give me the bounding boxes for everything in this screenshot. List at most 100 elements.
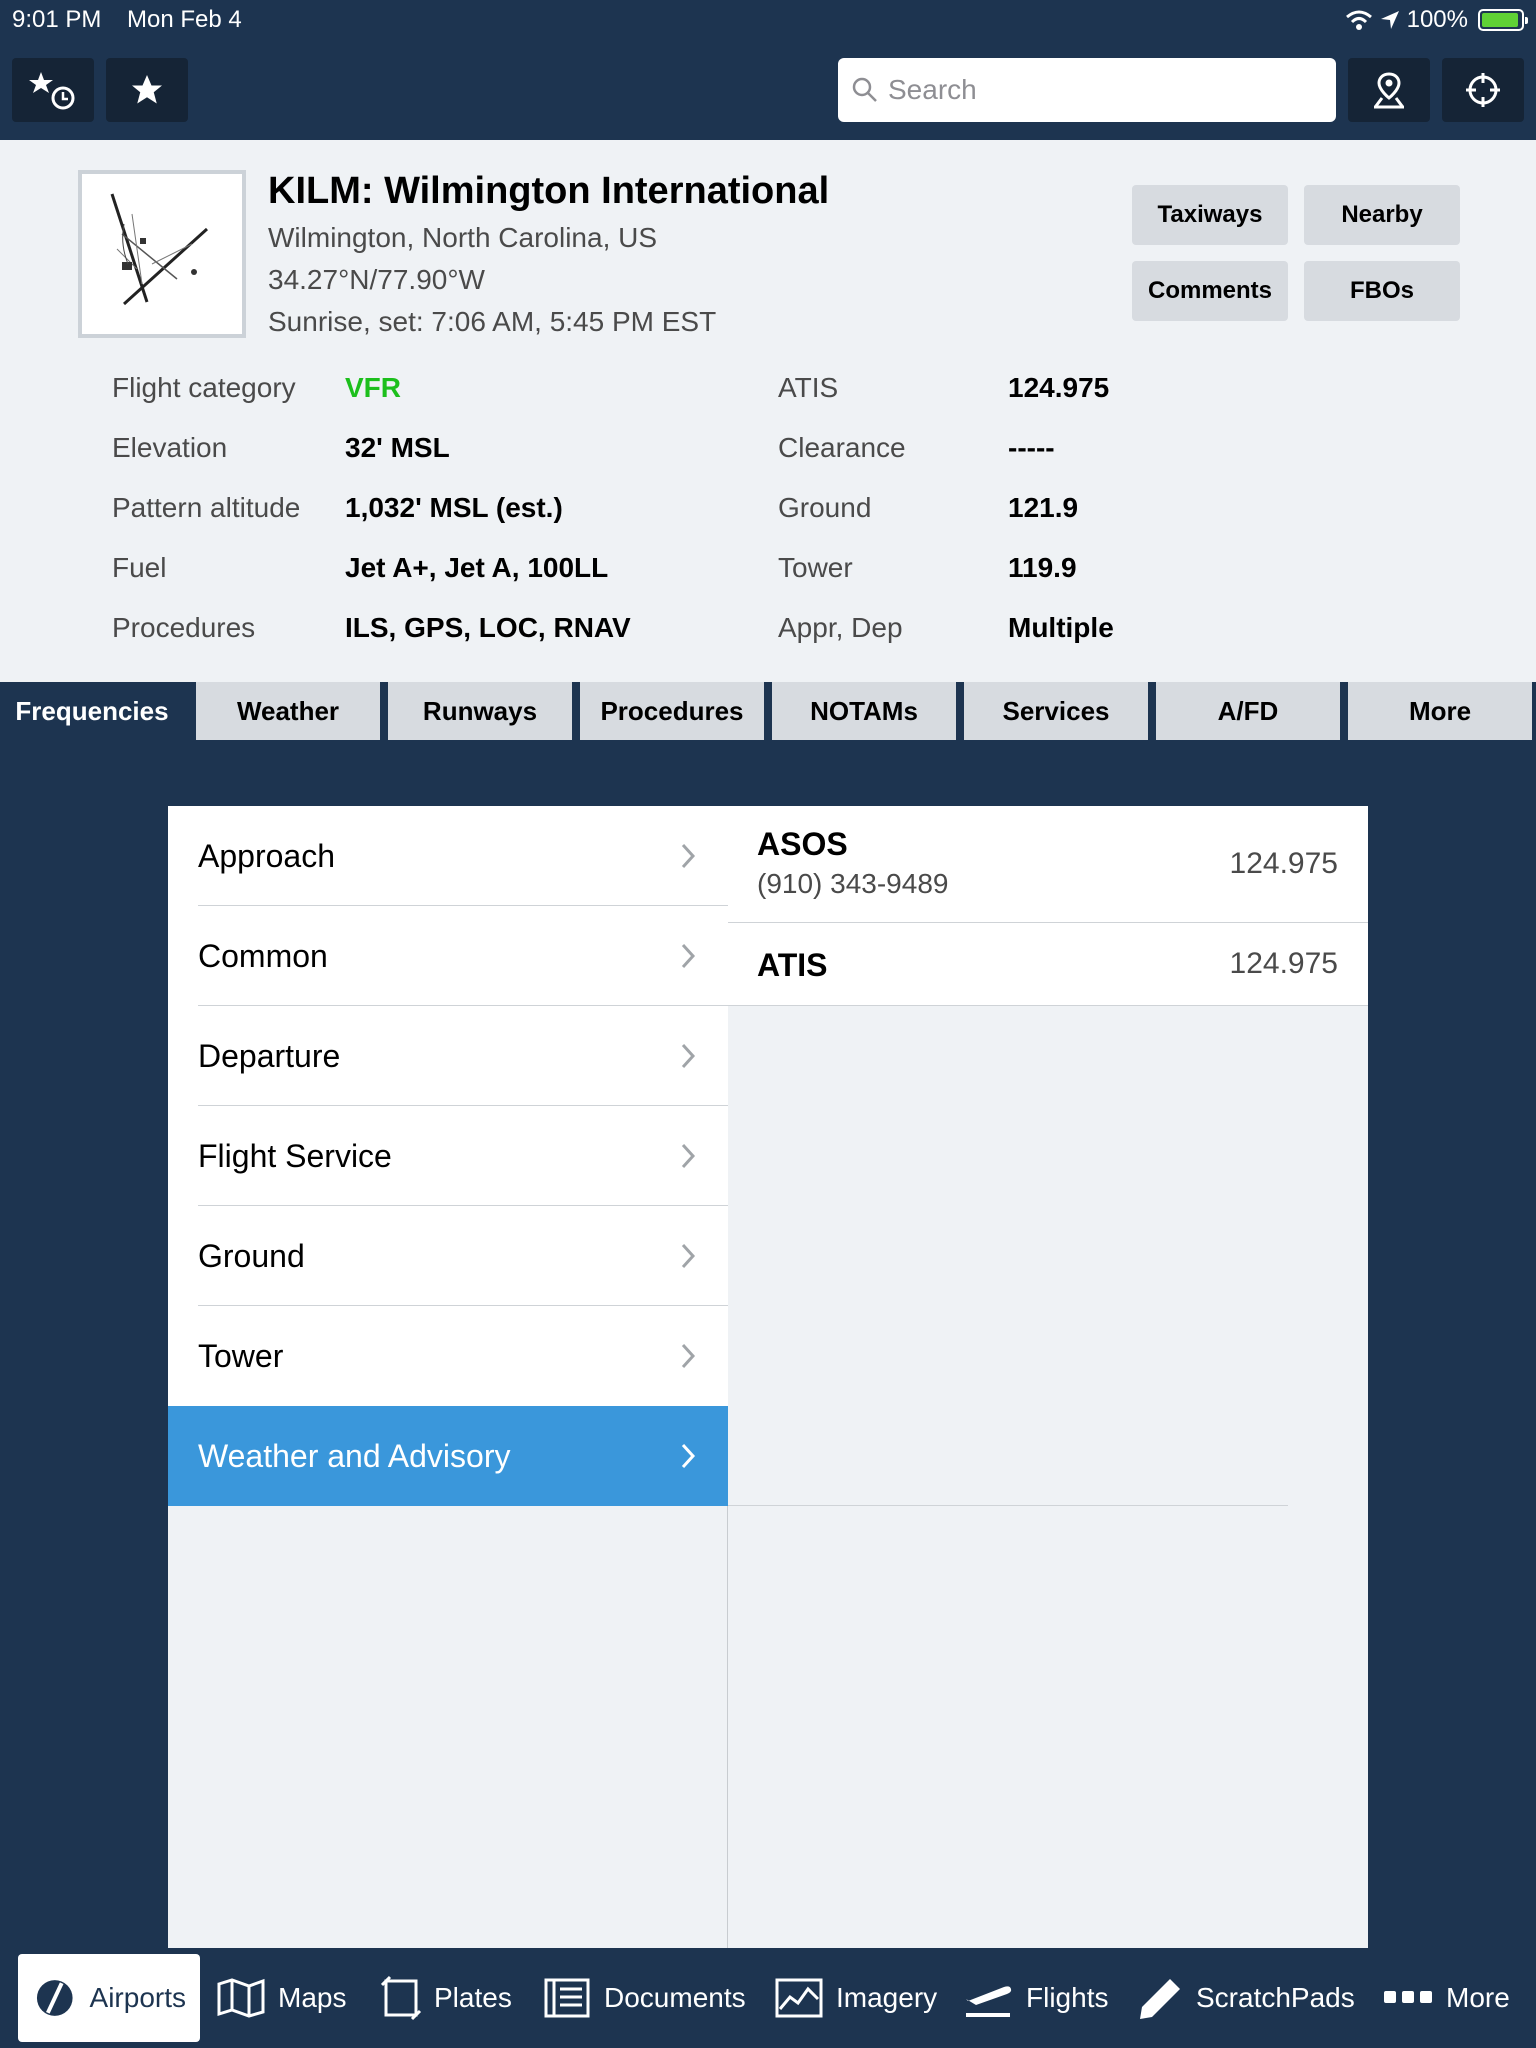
location-arrow-icon	[1380, 11, 1399, 29]
nav-plates[interactable]: Plates	[380, 1954, 512, 2042]
divider	[728, 1505, 1288, 1506]
tab-weather[interactable]: Weather	[196, 682, 380, 740]
chevron-right-icon	[681, 1343, 696, 1369]
category-label: Tower	[198, 1337, 284, 1374]
nav-scratchpads[interactable]: ScratchPads	[1136, 1954, 1355, 2042]
frequency-row-asos[interactable]: ASOS (910) 343-9489 124.975	[728, 806, 1368, 923]
more-dots-icon	[1384, 1991, 1432, 2003]
info-label-ground: Ground	[778, 492, 872, 523]
nav-label: ScratchPads	[1196, 1982, 1355, 2013]
info-label-elevation: Elevation	[112, 432, 228, 463]
tab-afd[interactable]: A/FD	[1156, 682, 1340, 740]
documents-icon	[544, 1978, 590, 2018]
category-label: Common	[198, 937, 328, 974]
search-field[interactable]: Search	[838, 58, 1336, 122]
frequency-detail-list: ASOS (910) 343-9489 124.975 ATIS 124.975	[728, 806, 1368, 1948]
battery-icon	[1478, 9, 1528, 31]
map-icon	[217, 1978, 265, 2018]
tab-procedures[interactable]: Procedures	[580, 682, 764, 740]
nav-label: Imagery	[836, 1982, 938, 2013]
info-label-pattern-altitude: Pattern altitude	[112, 492, 301, 523]
chevron-right-icon	[681, 843, 696, 869]
chevron-right-icon	[681, 1043, 696, 1069]
map-pin-icon	[1374, 72, 1404, 109]
status-bar: 9:01 PM Mon Feb 4 100%	[0, 0, 1536, 40]
category-label: Approach	[198, 837, 335, 874]
info-label-procedures: Procedures	[112, 612, 256, 643]
info-label-tower: Tower	[778, 552, 853, 583]
category-label: Flight Service	[198, 1137, 392, 1174]
wifi-icon	[1345, 10, 1372, 30]
frequency-value: 124.975	[1229, 947, 1338, 980]
info-value-fuel: Jet A+, Jet A, 100LL	[345, 552, 609, 583]
recent-favorites-button[interactable]	[12, 58, 94, 122]
info-value-ground: 121.9	[1008, 492, 1079, 523]
airplane-takeoff-icon	[966, 1986, 1012, 2017]
category-label: Departure	[198, 1037, 341, 1074]
info-value-pattern-altitude: 1,032' MSL (est.)	[345, 492, 563, 523]
info-value-procedures: ILS, GPS, LOC, RNAV	[345, 612, 631, 643]
frequency-category-list: Approach Common Departure Flight Service…	[168, 806, 728, 1948]
nav-label: Plates	[434, 1982, 512, 2013]
info-value-clearance: -----	[1008, 432, 1055, 463]
battery-percent: 100%	[1406, 6, 1468, 33]
nav-maps[interactable]: Maps	[216, 1954, 346, 2042]
info-label-flight-category: Flight category	[112, 372, 296, 403]
category-flight-service[interactable]: Flight Service	[168, 1106, 728, 1206]
frequency-value: 124.975	[1229, 847, 1338, 880]
frequency-row-atis[interactable]: ATIS 124.975	[728, 923, 1368, 1006]
category-common[interactable]: Common	[168, 906, 728, 1006]
info-label-fuel: Fuel	[112, 552, 167, 583]
category-ground[interactable]: Ground	[168, 1206, 728, 1306]
frequency-phone[interactable]: (910) 343-9489	[757, 868, 948, 900]
nav-documents[interactable]: Documents	[542, 1954, 746, 2042]
pencil-icon	[1140, 1979, 1180, 2019]
info-value-flight-category: VFR	[345, 372, 401, 403]
tab-notams[interactable]: NOTAMs	[772, 682, 956, 740]
airport-diagram-icon	[110, 193, 209, 306]
fbos-button[interactable]: FBOs	[1304, 261, 1460, 321]
nav-label: Flights	[1026, 1982, 1109, 2013]
category-weather-and-advisory[interactable]: Weather and Advisory	[168, 1406, 728, 1506]
info-value-atis: 124.975	[1008, 372, 1110, 403]
nav-label: More	[1446, 1982, 1510, 2013]
category-approach[interactable]: Approach	[168, 806, 728, 906]
locate-me-button[interactable]	[1442, 58, 1524, 122]
imagery-icon	[775, 1978, 823, 2018]
airport-coordinates: 34.27°N/77.90°W	[268, 264, 485, 295]
nav-imagery[interactable]: Imagery	[774, 1954, 937, 2042]
search-placeholder: Search	[888, 74, 977, 105]
nav-more[interactable]: More	[1382, 1954, 1510, 2042]
taxiways-button[interactable]: Taxiways	[1132, 185, 1288, 245]
info-label-appr-dep: Appr, Dep	[778, 612, 903, 643]
tab-runways[interactable]: Runways	[388, 682, 572, 740]
category-tower[interactable]: Tower	[168, 1306, 728, 1406]
nav-airports[interactable]: Airports	[18, 1954, 200, 2042]
airport-location: Wilmington, North Carolina, US	[268, 222, 658, 253]
tab-frequencies[interactable]: Frequencies	[0, 682, 184, 740]
tab-services[interactable]: Services	[964, 682, 1148, 740]
plates-icon	[380, 1975, 422, 2021]
category-departure[interactable]: Departure	[168, 1006, 728, 1106]
crosshair-icon	[1466, 73, 1500, 107]
airport-sunrise-sunset: Sunrise, set: 7:06 AM, 5:45 PM EST	[268, 306, 717, 337]
favorites-button[interactable]	[106, 58, 188, 122]
status-date: Mon Feb 4	[127, 6, 242, 33]
info-label-clearance: Clearance	[778, 432, 906, 463]
frequency-name: ASOS	[757, 826, 848, 862]
status-right: 100%	[1345, 6, 1528, 34]
chevron-right-icon	[681, 1143, 696, 1169]
airport-diagram-thumbnail[interactable]	[78, 170, 246, 338]
airport-title: KILM: Wilmington International	[268, 170, 830, 212]
tab-more[interactable]: More	[1348, 682, 1532, 740]
chevron-right-icon	[681, 1443, 696, 1469]
comments-button[interactable]: Comments	[1132, 261, 1288, 321]
info-value-tower: 119.9	[1008, 552, 1077, 583]
nav-flights[interactable]: Flights	[962, 1954, 1108, 2042]
map-pin-button[interactable]	[1348, 58, 1430, 122]
airports-compass-icon	[36, 1980, 73, 2016]
status-time: 9:01 PM	[12, 6, 102, 33]
nearby-button[interactable]: Nearby	[1304, 185, 1460, 245]
chevron-right-icon	[681, 943, 696, 969]
nav-label: Maps	[278, 1982, 347, 2013]
